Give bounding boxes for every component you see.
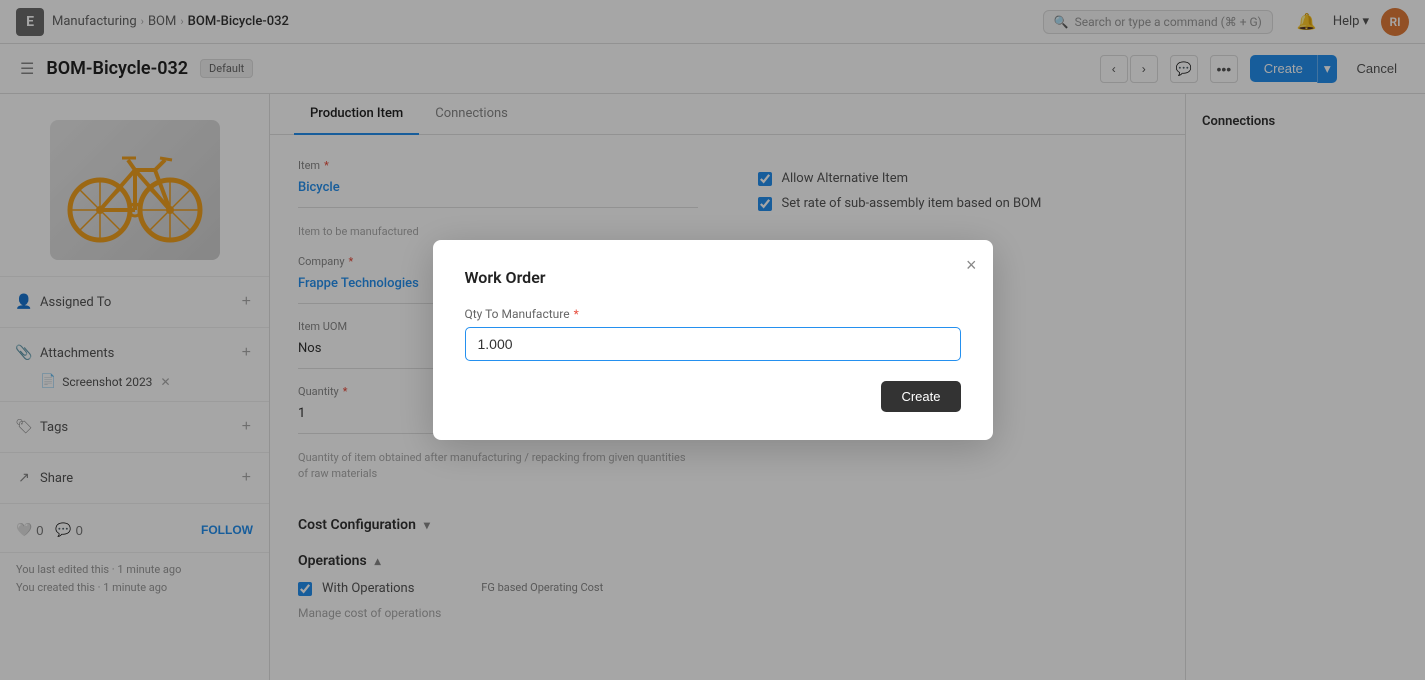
modal-overlay: × Work Order Qty To Manufacture * Create	[0, 0, 1425, 680]
modal-footer: Create	[465, 381, 961, 412]
work-order-modal: × Work Order Qty To Manufacture * Create	[433, 240, 993, 440]
modal-close-button[interactable]: ×	[966, 256, 977, 274]
qty-to-manufacture-input[interactable]	[465, 327, 961, 361]
modal-create-button[interactable]: Create	[881, 381, 960, 412]
modal-qty-field: Qty To Manufacture *	[465, 307, 961, 361]
modal-qty-label: Qty To Manufacture *	[465, 307, 961, 321]
modal-qty-required: *	[574, 307, 579, 321]
modal-title: Work Order	[465, 268, 961, 287]
